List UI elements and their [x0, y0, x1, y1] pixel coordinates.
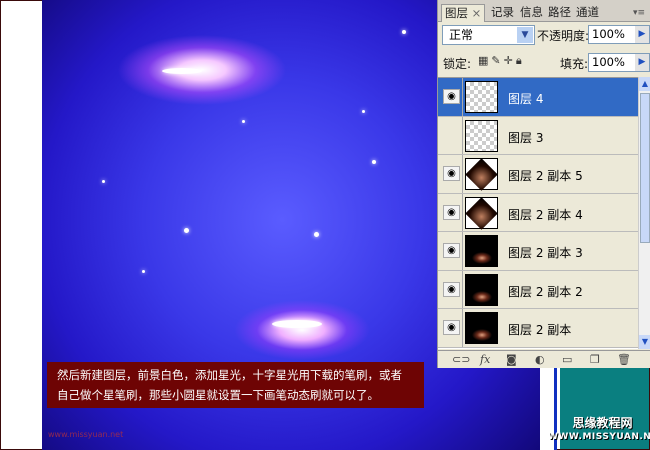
caption-line-2: 自己做个星笔刷，那些小圆星就设置一下画笔动态刷就可以了。: [57, 388, 379, 402]
layer-thumbnail: [465, 119, 498, 152]
fill-label: 填充:: [560, 57, 589, 71]
star: [314, 232, 319, 237]
layer-row[interactable]: ◉ 图层 2 副本 5: [438, 155, 638, 194]
chevron-right-icon[interactable]: ▶: [635, 54, 649, 71]
scroll-down-icon[interactable]: ▼: [639, 335, 650, 349]
panel-bottom-toolbar: ⊂⊃ fx ◙ ◐ ▭ ❐ 🗑︎: [438, 350, 650, 368]
lock-brush-icon[interactable]: ✎: [491, 54, 503, 67]
star: [402, 30, 406, 34]
layers-panel: 图层 × 记录 信息 路径 通道 ▾≡ 正常 ▼ 不透明度: 100% ▶ 锁定: …: [437, 0, 650, 368]
panel-menu-icon[interactable]: ▾≡: [633, 8, 645, 18]
layer-row[interactable]: ◉ 图层 4: [438, 78, 638, 117]
lock-transparency-icon[interactable]: ▦: [478, 54, 491, 67]
panel-tabs: 图层 × 记录 信息 路径 通道 ▾≡: [438, 0, 650, 22]
layer-row[interactable]: ◉ 图层 2 副本: [438, 309, 638, 348]
tab-layers[interactable]: 图层 ×: [441, 4, 486, 22]
star: [242, 120, 245, 123]
star: [184, 228, 189, 233]
eye-icon[interactable]: ◉: [443, 204, 460, 220]
link-icon[interactable]: ⊂⊃: [452, 353, 470, 366]
tab-info[interactable]: 信息: [517, 4, 546, 22]
layer-row[interactable]: ◉ 图层 2 副本 4: [438, 193, 638, 232]
scrollbar-thumb[interactable]: [640, 93, 650, 243]
layer-name: 图层 3: [508, 130, 544, 145]
caption-line-1: 然后新建图层，前景白色，添加星光，十字星光用下载的笔刷，或者: [57, 368, 402, 382]
scroll-up-icon[interactable]: ▲: [639, 77, 650, 91]
layer-thumbnail: [465, 81, 498, 113]
layer-row[interactable]: ◉ 图层 2 副本 3: [438, 232, 638, 271]
star-glow: [272, 320, 322, 328]
new-layer-icon[interactable]: ❐: [590, 353, 600, 366]
fx-icon[interactable]: fx: [480, 353, 490, 366]
star: [102, 180, 105, 183]
layer-name: 图层 2 副本 2: [508, 284, 583, 299]
eye-icon[interactable]: ◉: [443, 89, 460, 104]
blend-mode-value: 正常: [449, 28, 474, 42]
tab-channels[interactable]: 通道: [573, 4, 602, 22]
layer-scrollbar[interactable]: ▲ ▼: [638, 77, 650, 349]
star: [372, 160, 376, 164]
lock-icons: ▦✎✛🔒︎: [478, 54, 525, 68]
watermark-site-name: 思缘教程网: [572, 416, 633, 430]
caption-box: 然后新建图层，前景白色，添加星光，十字星光用下载的笔刷，或者 自己做个星笔刷，那…: [47, 362, 424, 408]
layer-row[interactable]: 图层 3: [438, 116, 638, 155]
opacity-value: 100%: [592, 27, 625, 41]
layer-list: ◉ 图层 4 图层 3 ◉ 图层 2 副本 5 ◉ 图层 2 副本 4 ◉ 图层 2 副…: [438, 77, 638, 349]
opacity-input[interactable]: 100% ▶: [588, 25, 650, 44]
mask-icon[interactable]: ◙: [506, 353, 517, 366]
lock-all-icon[interactable]: 🔒︎: [516, 54, 525, 67]
layer-thumbnail: [465, 312, 498, 344]
eye-icon[interactable]: ◉: [443, 243, 460, 258]
layer-name: 图层 4: [508, 92, 544, 106]
eye-icon[interactable]: ◉: [443, 166, 460, 181]
star: [362, 110, 365, 113]
layer-thumbnail: [465, 235, 498, 267]
watermark-small-url: www.missyuan.net: [48, 430, 124, 439]
layer-thumbnail: [465, 273, 498, 306]
lock-move-icon[interactable]: ✛: [504, 54, 516, 67]
trash-icon[interactable]: 🗑︎: [617, 353, 631, 366]
layer-name: 图层 2 副本 4: [508, 207, 583, 222]
tab-paths[interactable]: 路径: [545, 4, 574, 22]
blend-mode-select[interactable]: 正常 ▼: [442, 25, 535, 45]
watermark-site-url: WWW.MISSYUAN.NET: [548, 432, 650, 442]
tab-history[interactable]: 记录: [488, 4, 517, 22]
tab-close-icon[interactable]: ×: [472, 6, 482, 20]
fill-value: 100%: [592, 55, 625, 69]
chevron-right-icon[interactable]: ▶: [635, 26, 649, 43]
star: [142, 270, 145, 273]
fill-input[interactable]: 100% ▶: [588, 53, 650, 72]
layer-name: 图层 2 副本: [508, 323, 572, 337]
layer-thumbnail: [465, 158, 498, 190]
layer-name: 图层 2 副本 5: [508, 169, 583, 183]
tab-label: 图层: [445, 6, 468, 20]
adjustment-layer-icon[interactable]: ◐: [535, 353, 545, 366]
opacity-label: 不透明度:: [537, 29, 590, 43]
layer-thumbnail: [465, 196, 498, 229]
chevron-down-icon: ▼: [517, 27, 533, 43]
lock-label: 锁定:: [443, 57, 472, 71]
layer-name: 图层 2 副本 3: [508, 246, 583, 260]
eye-icon[interactable]: ◉: [443, 320, 460, 335]
layer-row[interactable]: ◉ 图层 2 副本 2: [438, 270, 638, 309]
star-glow: [162, 68, 202, 74]
eye-icon[interactable]: ◉: [443, 281, 460, 297]
folder-icon[interactable]: ▭: [562, 353, 572, 366]
